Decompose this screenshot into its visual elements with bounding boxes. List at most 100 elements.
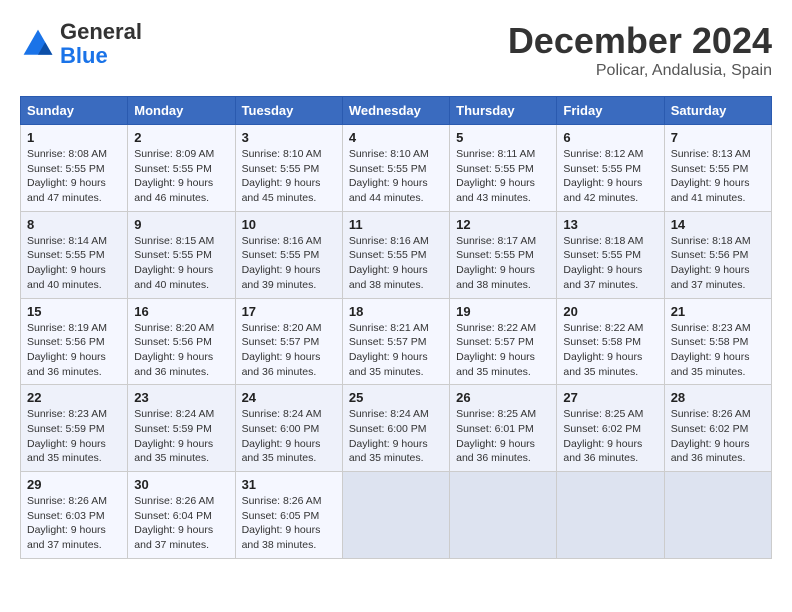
day-info: Sunrise: 8:25 AMSunset: 6:01 PMDaylight:… (456, 407, 550, 466)
calendar-day-cell: 6 Sunrise: 8:12 AMSunset: 5:55 PMDaylight… (557, 125, 664, 212)
day-info: Sunrise: 8:23 AMSunset: 5:58 PMDaylight:… (671, 321, 765, 380)
calendar-day-cell: 15 Sunrise: 8:19 AMSunset: 5:56 PMDayligh… (21, 298, 128, 385)
day-info: Sunrise: 8:24 AMSunset: 5:59 PMDaylight:… (134, 407, 228, 466)
calendar-day-cell (342, 472, 449, 559)
calendar-day-cell: 20Sunrise: 8:22 AMSunset: 5:58 PMDayligh… (557, 298, 664, 385)
month-title: December 2024 (508, 20, 772, 62)
day-number: 5 (456, 130, 550, 145)
day-info: Sunrise: 8:21 AMSunset: 5:57 PMDaylight:… (349, 321, 443, 380)
day-info: Sunrise: 8:16 AMSunset: 5:55 PMDaylight:… (349, 234, 443, 293)
day-info: Sunrise: 8:23 AMSunset: 5:59 PMDaylight:… (27, 407, 121, 466)
day-info: Sunrise: 8:25 AMSunset: 6:02 PMDaylight:… (563, 407, 657, 466)
day-info: Sunrise: 8:15 AMSunset: 5:55 PMDaylight:… (134, 234, 228, 293)
page-header: General Blue December 2024 Policar, Anda… (20, 20, 772, 80)
day-number: 30 (134, 477, 228, 492)
calendar-day-cell: 17Sunrise: 8:20 AMSunset: 5:57 PMDayligh… (235, 298, 342, 385)
calendar-day-cell: 23 Sunrise: 8:24 AMSunset: 5:59 PMDayligh… (128, 385, 235, 472)
day-number: 29 (27, 477, 121, 492)
calendar-week-row: 29 Sunrise: 8:26 AMSunset: 6:03 PMDayligh… (21, 472, 772, 559)
day-info: Sunrise: 8:10 AMSunset: 5:55 PMDaylight:… (242, 147, 336, 206)
day-info: Sunrise: 8:14 AMSunset: 5:55 PMDaylight:… (27, 234, 121, 293)
day-number: 17 (242, 304, 336, 319)
calendar-day-cell: 4Sunrise: 8:10 AMSunset: 5:55 PMDaylight… (342, 125, 449, 212)
calendar-day-cell: 13 Sunrise: 8:18 AMSunset: 5:55 PMDayligh… (557, 211, 664, 298)
day-number: 9 (134, 217, 228, 232)
day-info: Sunrise: 8:26 AMSunset: 6:04 PMDaylight:… (134, 494, 228, 553)
calendar-day-cell: 7 Sunrise: 8:13 AMSunset: 5:55 PMDaylight… (664, 125, 771, 212)
day-number: 4 (349, 130, 443, 145)
day-info: Sunrise: 8:12 AMSunset: 5:55 PMDaylight:… (563, 147, 657, 206)
day-number: 13 (563, 217, 657, 232)
day-number: 16 (134, 304, 228, 319)
day-number: 2 (134, 130, 228, 145)
calendar-day-cell: 29 Sunrise: 8:26 AMSunset: 6:03 PMDayligh… (21, 472, 128, 559)
weekday-header-cell: Saturday (664, 97, 771, 125)
day-info: Sunrise: 8:20 AMSunset: 5:56 PMDaylight:… (134, 321, 228, 380)
day-info: Sunrise: 8:13 AMSunset: 5:55 PMDaylight:… (671, 147, 765, 206)
day-info: Sunrise: 8:24 AMSunset: 6:00 PMDaylight:… (349, 407, 443, 466)
calendar-day-cell: 16 Sunrise: 8:20 AMSunset: 5:56 PMDayligh… (128, 298, 235, 385)
logo: General Blue (20, 20, 142, 68)
calendar-day-cell: 10Sunrise: 8:16 AMSunset: 5:55 PMDayligh… (235, 211, 342, 298)
day-number: 18 (349, 304, 443, 319)
day-info: Sunrise: 8:08 AMSunset: 5:55 PMDaylight:… (27, 147, 121, 206)
day-number: 28 (671, 390, 765, 405)
day-number: 7 (671, 130, 765, 145)
weekday-header-cell: Tuesday (235, 97, 342, 125)
weekday-header-row: SundayMondayTuesdayWednesdayThursdayFrid… (21, 97, 772, 125)
day-number: 19 (456, 304, 550, 319)
day-info: Sunrise: 8:19 AMSunset: 5:56 PMDaylight:… (27, 321, 121, 380)
weekday-header-cell: Thursday (450, 97, 557, 125)
calendar-day-cell: 19 Sunrise: 8:22 AMSunset: 5:57 PMDayligh… (450, 298, 557, 385)
calendar-day-cell: 1 Sunrise: 8:08 AMSunset: 5:55 PMDaylight… (21, 125, 128, 212)
day-info: Sunrise: 8:16 AMSunset: 5:55 PMDaylight:… (242, 234, 336, 293)
calendar-day-cell: 26 Sunrise: 8:25 AMSunset: 6:01 PMDayligh… (450, 385, 557, 472)
day-number: 12 (456, 217, 550, 232)
day-number: 27 (563, 390, 657, 405)
weekday-header-cell: Sunday (21, 97, 128, 125)
calendar-day-cell: 2 Sunrise: 8:09 AMSunset: 5:55 PMDaylight… (128, 125, 235, 212)
calendar-body: 1 Sunrise: 8:08 AMSunset: 5:55 PMDaylight… (21, 125, 772, 559)
day-info: Sunrise: 8:26 AMSunset: 6:05 PMDaylight:… (242, 494, 336, 553)
day-number: 14 (671, 217, 765, 232)
calendar-day-cell (664, 472, 771, 559)
day-number: 1 (27, 130, 121, 145)
day-number: 25 (349, 390, 443, 405)
logo-icon (20, 26, 56, 62)
logo-text: General Blue (60, 20, 142, 68)
calendar-day-cell: 24 Sunrise: 8:24 AMSunset: 6:00 PMDayligh… (235, 385, 342, 472)
calendar-week-row: 22 Sunrise: 8:23 AMSunset: 5:59 PMDayligh… (21, 385, 772, 472)
calendar-day-cell: 18 Sunrise: 8:21 AMSunset: 5:57 PMDayligh… (342, 298, 449, 385)
day-number: 6 (563, 130, 657, 145)
day-number: 22 (27, 390, 121, 405)
day-info: Sunrise: 8:18 AMSunset: 5:55 PMDaylight:… (563, 234, 657, 293)
calendar-week-row: 8 Sunrise: 8:14 AMSunset: 5:55 PMDaylight… (21, 211, 772, 298)
day-number: 3 (242, 130, 336, 145)
day-number: 21 (671, 304, 765, 319)
calendar-day-cell (450, 472, 557, 559)
day-info: Sunrise: 8:09 AMSunset: 5:55 PMDaylight:… (134, 147, 228, 206)
calendar-day-cell: 22 Sunrise: 8:23 AMSunset: 5:59 PMDayligh… (21, 385, 128, 472)
day-info: Sunrise: 8:24 AMSunset: 6:00 PMDaylight:… (242, 407, 336, 466)
day-info: Sunrise: 8:17 AMSunset: 5:55 PMDaylight:… (456, 234, 550, 293)
calendar-day-cell: 31 Sunrise: 8:26 AMSunset: 6:05 PMDayligh… (235, 472, 342, 559)
day-number: 23 (134, 390, 228, 405)
day-info: Sunrise: 8:22 AMSunset: 5:57 PMDaylight:… (456, 321, 550, 380)
calendar-table: SundayMondayTuesdayWednesdayThursdayFrid… (20, 96, 772, 559)
calendar-day-cell: 25 Sunrise: 8:24 AMSunset: 6:00 PMDayligh… (342, 385, 449, 472)
calendar-day-cell: 30 Sunrise: 8:26 AMSunset: 6:04 PMDayligh… (128, 472, 235, 559)
calendar-day-cell: 8 Sunrise: 8:14 AMSunset: 5:55 PMDaylight… (21, 211, 128, 298)
weekday-header-cell: Friday (557, 97, 664, 125)
day-number: 15 (27, 304, 121, 319)
calendar-day-cell: 3 Sunrise: 8:10 AMSunset: 5:55 PMDaylight… (235, 125, 342, 212)
calendar-day-cell: 11Sunrise: 8:16 AMSunset: 5:55 PMDayligh… (342, 211, 449, 298)
day-info: Sunrise: 8:18 AMSunset: 5:56 PMDaylight:… (671, 234, 765, 293)
calendar-day-cell (557, 472, 664, 559)
calendar-day-cell: 5Sunrise: 8:11 AMSunset: 5:55 PMDaylight… (450, 125, 557, 212)
day-number: 31 (242, 477, 336, 492)
day-info: Sunrise: 8:26 AMSunset: 6:03 PMDaylight:… (27, 494, 121, 553)
day-number: 8 (27, 217, 121, 232)
day-info: Sunrise: 8:26 AMSunset: 6:02 PMDaylight:… (671, 407, 765, 466)
day-number: 24 (242, 390, 336, 405)
day-number: 26 (456, 390, 550, 405)
